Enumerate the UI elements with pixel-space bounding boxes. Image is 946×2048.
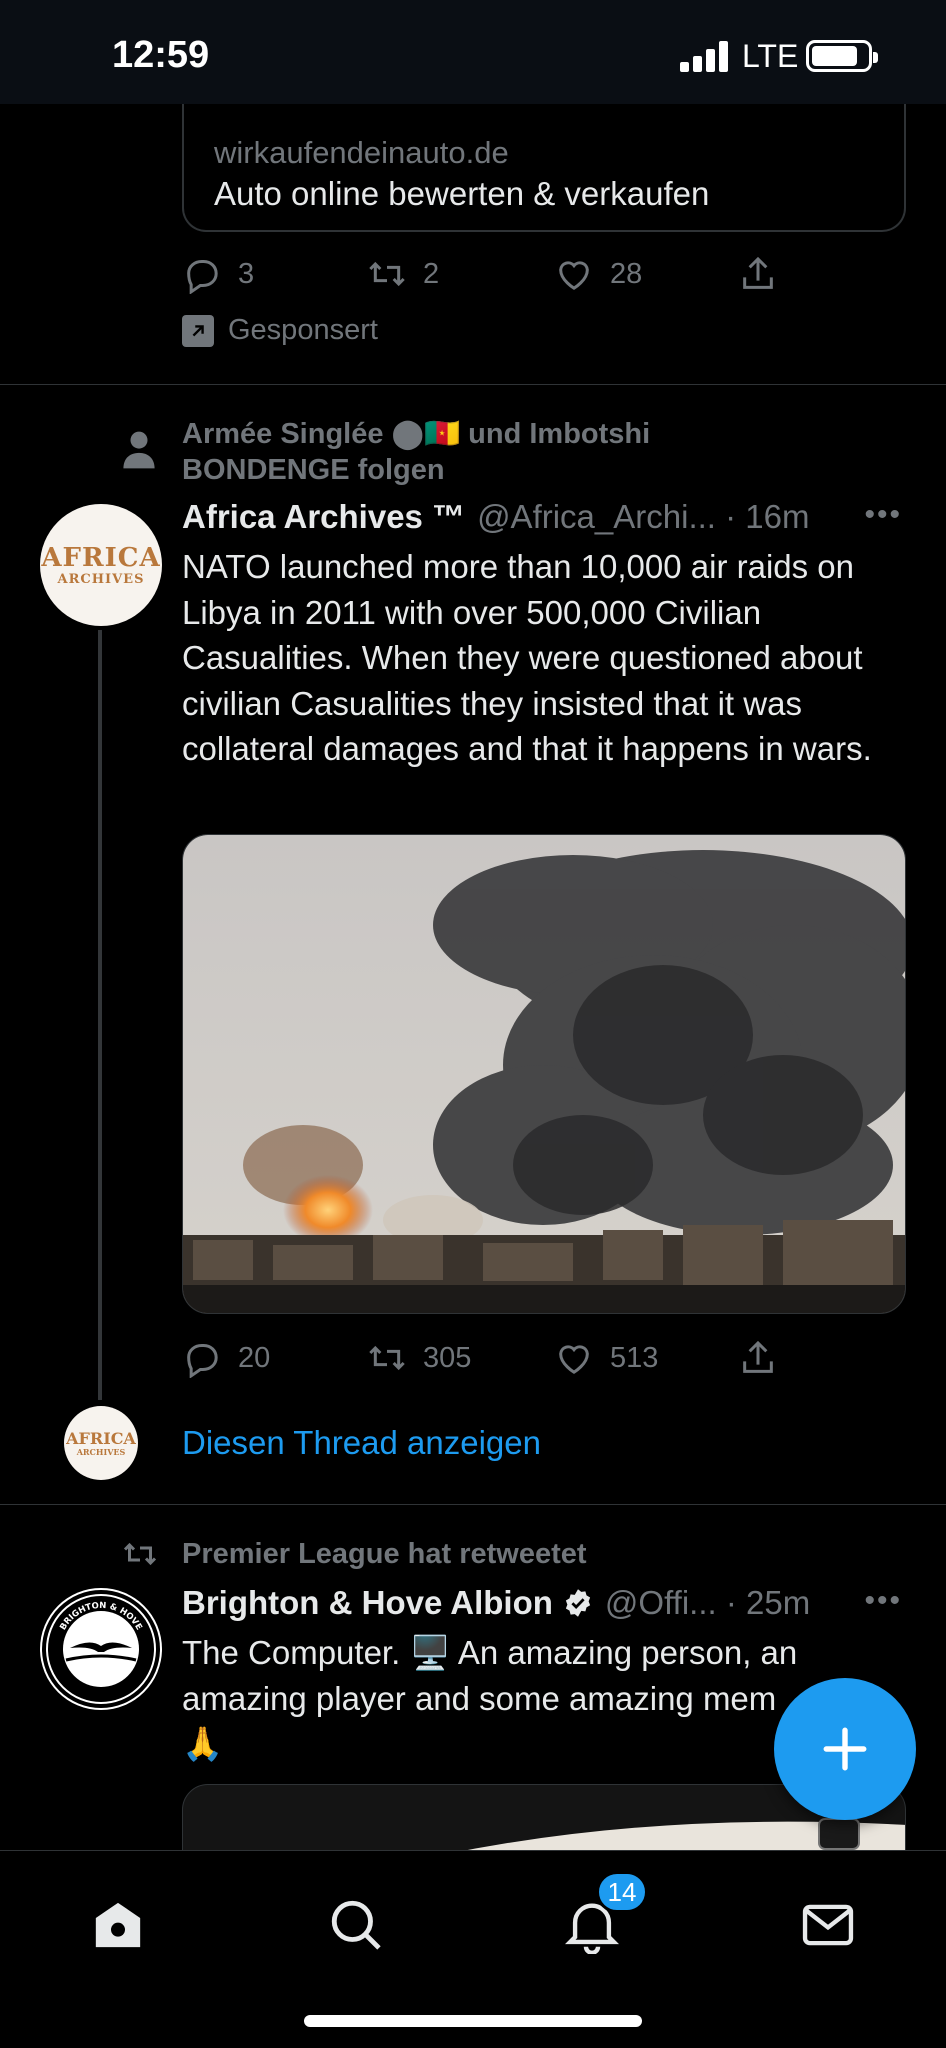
retweet-count: 2 bbox=[423, 257, 440, 290]
share-button[interactable] bbox=[738, 244, 794, 304]
like-icon bbox=[559, 261, 589, 290]
display-name[interactable]: Africa Archives ™ bbox=[182, 498, 465, 536]
retweet-count: 305 bbox=[423, 1341, 472, 1374]
show-thread-link[interactable]: Diesen Thread anzeigen bbox=[182, 1424, 541, 1462]
tweet-header: Brighton & Hove Albion @Offi... · 25m bbox=[182, 1584, 810, 1622]
retweet-icon bbox=[123, 1542, 157, 1566]
divider bbox=[0, 1504, 946, 1505]
explosion-photo bbox=[183, 835, 905, 1313]
home-icon bbox=[95, 1902, 141, 1948]
thread-line bbox=[98, 630, 102, 1400]
notification-badge: 14 bbox=[596, 1871, 648, 1913]
retweet-button[interactable]: 2 bbox=[367, 244, 439, 304]
ad-title: Auto online bewerten & verkaufen bbox=[214, 175, 710, 212]
handle-time[interactable]: @Offi... · 25m bbox=[605, 1584, 810, 1622]
avatar-logo: AFRICA ARCHIVES bbox=[41, 542, 161, 587]
more-options-button[interactable]: ••• bbox=[864, 1584, 902, 1618]
search-icon bbox=[331, 1900, 381, 1950]
avatar[interactable]: BRIGHTON & HOVE ALBION bbox=[40, 1588, 162, 1710]
handle-time[interactable]: @Africa_Archi... · 16m bbox=[477, 498, 809, 536]
mail-icon bbox=[802, 1904, 854, 1946]
promoted-icon bbox=[182, 314, 214, 347]
avatar-logo: AFRICA ARCHIVES bbox=[66, 1428, 136, 1457]
social-context-line2: BONDENGE folgen bbox=[182, 454, 445, 486]
tweet-text: NATO launched more than 10,000 air raids… bbox=[182, 548, 872, 767]
share-icon bbox=[743, 1340, 773, 1373]
tab-home[interactable] bbox=[78, 1885, 158, 1965]
retweet-icon bbox=[369, 261, 405, 287]
retweet-button[interactable]: 305 bbox=[367, 1328, 471, 1388]
tweet-text-line: The Computer. 🖥️ An amazing person, an bbox=[182, 1634, 798, 1671]
like-button[interactable]: 28 bbox=[554, 244, 642, 304]
avatar-small[interactable]: AFRICA ARCHIVES bbox=[64, 1406, 138, 1480]
compose-tweet-button[interactable] bbox=[774, 1678, 916, 1820]
verified-badge-icon bbox=[565, 1589, 591, 1617]
display-name[interactable]: Brighton & Hove Albion bbox=[182, 1584, 553, 1622]
home-indicator bbox=[304, 2015, 642, 2027]
avatar[interactable]: AFRICA ARCHIVES bbox=[40, 504, 162, 626]
reply-icon bbox=[187, 260, 218, 294]
tweet-image[interactable] bbox=[182, 834, 906, 1314]
like-button[interactable]: 513 bbox=[554, 1328, 658, 1388]
like-icon bbox=[559, 1345, 589, 1374]
sponsored-label: Gesponsert bbox=[182, 314, 378, 347]
share-icon bbox=[743, 256, 773, 289]
tab-messages[interactable] bbox=[788, 1885, 868, 1965]
like-count: 28 bbox=[610, 257, 643, 290]
reply-icon bbox=[187, 1344, 218, 1378]
retweet-icon bbox=[369, 1345, 405, 1371]
sponsored-text: Gesponsert bbox=[228, 314, 378, 346]
ad-domain: wirkaufendeinauto.de bbox=[214, 135, 509, 170]
social-context[interactable]: Armée Singlée ⬤🇨🇲 und Imbotshi BONDENGE … bbox=[182, 416, 650, 488]
plus-icon bbox=[823, 1727, 867, 1771]
person-icon bbox=[123, 431, 155, 469]
share-button[interactable] bbox=[738, 1328, 794, 1388]
status-bar: 12:59 LTE bbox=[0, 0, 946, 104]
status-time: 12:59 bbox=[112, 34, 210, 76]
club-crest: BRIGHTON & HOVE ALBION bbox=[42, 1590, 160, 1708]
social-context-line1: Armée Singlée ⬤🇨🇲 und Imbotshi bbox=[182, 418, 651, 450]
battery-icon bbox=[806, 40, 878, 72]
like-count: 513 bbox=[610, 1341, 659, 1374]
tab-search[interactable] bbox=[316, 1885, 396, 1965]
ad-action-bar: 3 2 28 bbox=[182, 244, 906, 304]
signal-icon bbox=[680, 40, 730, 72]
reply-button[interactable]: 20 bbox=[182, 1328, 270, 1388]
reply-button[interactable]: 3 bbox=[182, 244, 254, 304]
bottom-tab-bar: 14 bbox=[0, 1850, 946, 2048]
retweet-context[interactable]: Premier League hat retweetet bbox=[182, 1536, 587, 1572]
divider bbox=[0, 384, 946, 385]
tweet-header: Africa Archives ™ @Africa_Archi... · 16m bbox=[182, 498, 809, 536]
network-type: LTE bbox=[742, 38, 799, 74]
tweet-action-bar: 20 305 513 bbox=[182, 1328, 906, 1388]
reply-count: 3 bbox=[238, 257, 255, 290]
reply-count: 20 bbox=[238, 1341, 271, 1374]
more-options-button[interactable]: ••• bbox=[864, 498, 902, 532]
